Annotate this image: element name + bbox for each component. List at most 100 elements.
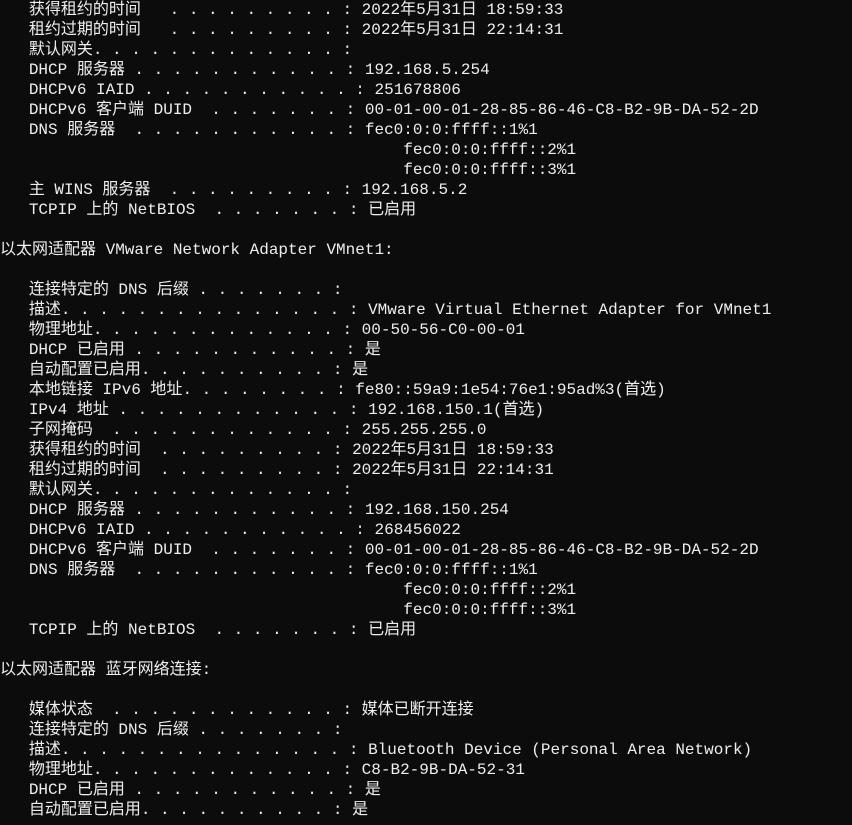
output-row: IPv4 地址 . . . . . . . . . . . . : 192.16… — [29, 401, 544, 419]
row-fill: . . . . . . . . . . . : — [125, 61, 365, 79]
row-label: 描述 — [29, 741, 61, 759]
row-label: 本地链接 IPv6 地址 — [29, 381, 183, 399]
output-row: 本地链接 IPv6 地址. . . . . . . . : fe80::59a9… — [29, 381, 666, 399]
row-label: IPv4 地址 — [29, 401, 109, 419]
output-row: DHCP 已启用 . . . . . . . . . . . : 是 — [29, 341, 381, 359]
output-row: 物理地址. . . . . . . . . . . . . : 00-50-56… — [29, 321, 525, 339]
output-row: DNS 服务器 . . . . . . . . . . . : fec0:0:0… — [29, 561, 538, 579]
output-row: 租约过期的时间 . . . . . . . . . : 2022年5月31日 2… — [29, 21, 564, 39]
row-value: 是 — [365, 781, 381, 799]
row-label: 物理地址 — [29, 761, 93, 779]
row-fill: . . . . . . . . . . : — [141, 361, 352, 379]
row-label: DNS 服务器 — [29, 121, 115, 139]
row-label: 租约过期的时间 — [29, 461, 141, 479]
row-label: 自动配置已启用 — [29, 361, 141, 379]
row-value: 192.168.5.254 — [365, 61, 490, 79]
row-label: 物理地址 — [29, 321, 93, 339]
row-fill: . . . . . . . . . . . : — [125, 501, 365, 519]
output-row: fec0:0:0:ffff::3%1 — [29, 601, 576, 619]
row-fill: . . . . . . . : — [192, 541, 365, 559]
row-fill — [29, 161, 403, 179]
terminal-output: 获得租约的时间 . . . . . . . . . : 2022年5月31日 1… — [0, 0, 852, 820]
row-label: DHCP 已启用 — [29, 781, 125, 799]
row-value: fec0:0:0:ffff::1%1 — [365, 561, 538, 579]
row-value: 是 — [352, 361, 368, 379]
output-row: 连接特定的 DNS 后缀 . . . . . . . : — [29, 281, 352, 299]
row-label: 连接特定的 DNS 后缀 — [29, 281, 189, 299]
row-fill: . . . . . . . . . : — [141, 441, 352, 459]
row-fill: . . . . . . . . . . . . . : — [93, 481, 362, 499]
row-fill: . . . . . . . . . : — [150, 181, 361, 199]
row-fill: . . . . . . . . . : — [141, 21, 362, 39]
output-row: 主 WINS 服务器 . . . . . . . . . : 192.168.5… — [29, 181, 467, 199]
row-value: fec0:0:0:ffff::3%1 — [403, 161, 576, 179]
row-label: 获得租约的时间 — [29, 1, 141, 19]
row-label: 主 WINS 服务器 — [29, 181, 151, 199]
row-value: 2022年5月31日 18:59:33 — [362, 1, 564, 19]
row-value: 192.168.150.1(首选) — [368, 401, 544, 419]
row-value: VMware Virtual Ethernet Adapter for VMne… — [368, 301, 771, 319]
row-value: 是 — [365, 341, 381, 359]
row-fill: . . . . . . . . : — [182, 381, 355, 399]
row-fill: . . . . . . . . . . . : — [125, 341, 365, 359]
row-fill: . . . . . . . : — [192, 101, 365, 119]
row-fill: . . . . . . . . . . . . : — [93, 701, 362, 719]
row-fill: . . . . . . . : — [189, 721, 352, 739]
row-value: fec0:0:0:ffff::2%1 — [403, 581, 576, 599]
output-row: DHCP 已启用 . . . . . . . . . . . : 是 — [29, 781, 381, 799]
row-value: 255.255.255.0 — [362, 421, 487, 439]
row-value: 是 — [352, 801, 368, 819]
row-fill: . . . . . . . . . . . . . : — [93, 761, 362, 779]
row-value: Bluetooth Device (Personal Area Network) — [368, 741, 752, 759]
output-row: 子网掩码 . . . . . . . . . . . . : 255.255.2… — [29, 421, 487, 439]
row-value: fec0:0:0:ffff::2%1 — [403, 141, 576, 159]
output-row: 描述. . . . . . . . . . . . . . . : Blueto… — [29, 741, 752, 759]
output-row: 获得租约的时间 . . . . . . . . . : 2022年5月31日 1… — [29, 1, 564, 19]
row-fill: . . . . . . . . . . . : — [134, 521, 374, 539]
row-value: 已启用 — [368, 201, 416, 219]
output-row: 租约过期的时间 . . . . . . . . . : 2022年5月31日 2… — [29, 461, 554, 479]
row-label: DHCPv6 IAID — [29, 521, 135, 539]
adapter-header-vmnet1: 以太网适配器 VMware Network Adapter VMnet1: — [0, 241, 394, 259]
row-fill: . . . . . . . : — [195, 201, 368, 219]
output-row: 自动配置已启用. . . . . . . . . . : 是 — [29, 361, 368, 379]
row-label: DHCP 服务器 — [29, 61, 125, 79]
output-row: fec0:0:0:ffff::2%1 — [29, 581, 576, 599]
row-label: DHCP 服务器 — [29, 501, 125, 519]
row-label: DHCPv6 客户端 DUID — [29, 101, 192, 119]
row-fill: . . . . . . . . . . . . : — [93, 421, 362, 439]
row-value: 251678806 — [374, 81, 460, 99]
row-label: DHCP 已启用 — [29, 341, 125, 359]
row-label: 默认网关 — [29, 41, 93, 59]
row-label: TCPIP 上的 NetBIOS — [29, 621, 195, 639]
row-label: DHCPv6 客户端 DUID — [29, 541, 192, 559]
output-row: TCPIP 上的 NetBIOS . . . . . . . : 已启用 — [29, 621, 416, 639]
output-row: 连接特定的 DNS 后缀 . . . . . . . : — [29, 721, 352, 739]
row-label: 媒体状态 — [29, 701, 93, 719]
row-label: TCPIP 上的 NetBIOS — [29, 201, 195, 219]
row-label: DHCPv6 IAID — [29, 81, 135, 99]
row-label: 自动配置已启用 — [29, 801, 141, 819]
output-row: 获得租约的时间 . . . . . . . . . : 2022年5月31日 1… — [29, 441, 554, 459]
row-value: 00-01-00-01-28-85-86-46-C8-B2-9B-DA-52-2… — [365, 101, 759, 119]
row-fill — [29, 141, 403, 159]
output-row: 自动配置已启用. . . . . . . . . . : 是 — [29, 801, 368, 819]
output-row: DHCP 服务器 . . . . . . . . . . . : 192.168… — [29, 501, 509, 519]
row-value: 192.168.150.254 — [365, 501, 509, 519]
row-fill: . . . . . . . . . . . . . : — [93, 41, 362, 59]
row-fill: . . . . . . . . . . . : — [115, 561, 365, 579]
row-fill: . . . . . . . . . . . . . . . : — [61, 301, 368, 319]
row-fill — [29, 581, 403, 599]
output-row: 媒体状态 . . . . . . . . . . . . : 媒体已断开连接 — [29, 701, 474, 719]
row-fill: . . . . . . . : — [195, 621, 368, 639]
output-row: 默认网关. . . . . . . . . . . . . : — [29, 41, 362, 59]
row-fill: . . . . . . . . . . . : — [134, 81, 374, 99]
row-value: 已启用 — [368, 621, 416, 639]
row-label: 连接特定的 DNS 后缀 — [29, 721, 189, 739]
adapter-header-bluetooth: 以太网适配器 蓝牙网络连接: — [0, 661, 211, 679]
row-value: 媒体已断开连接 — [362, 701, 474, 719]
row-value: fec0:0:0:ffff::3%1 — [403, 601, 576, 619]
row-fill: . . . . . . . . . : — [141, 461, 352, 479]
row-value: 2022年5月31日 22:14:31 — [352, 461, 554, 479]
output-row: TCPIP 上的 NetBIOS . . . . . . . : 已启用 — [29, 201, 416, 219]
